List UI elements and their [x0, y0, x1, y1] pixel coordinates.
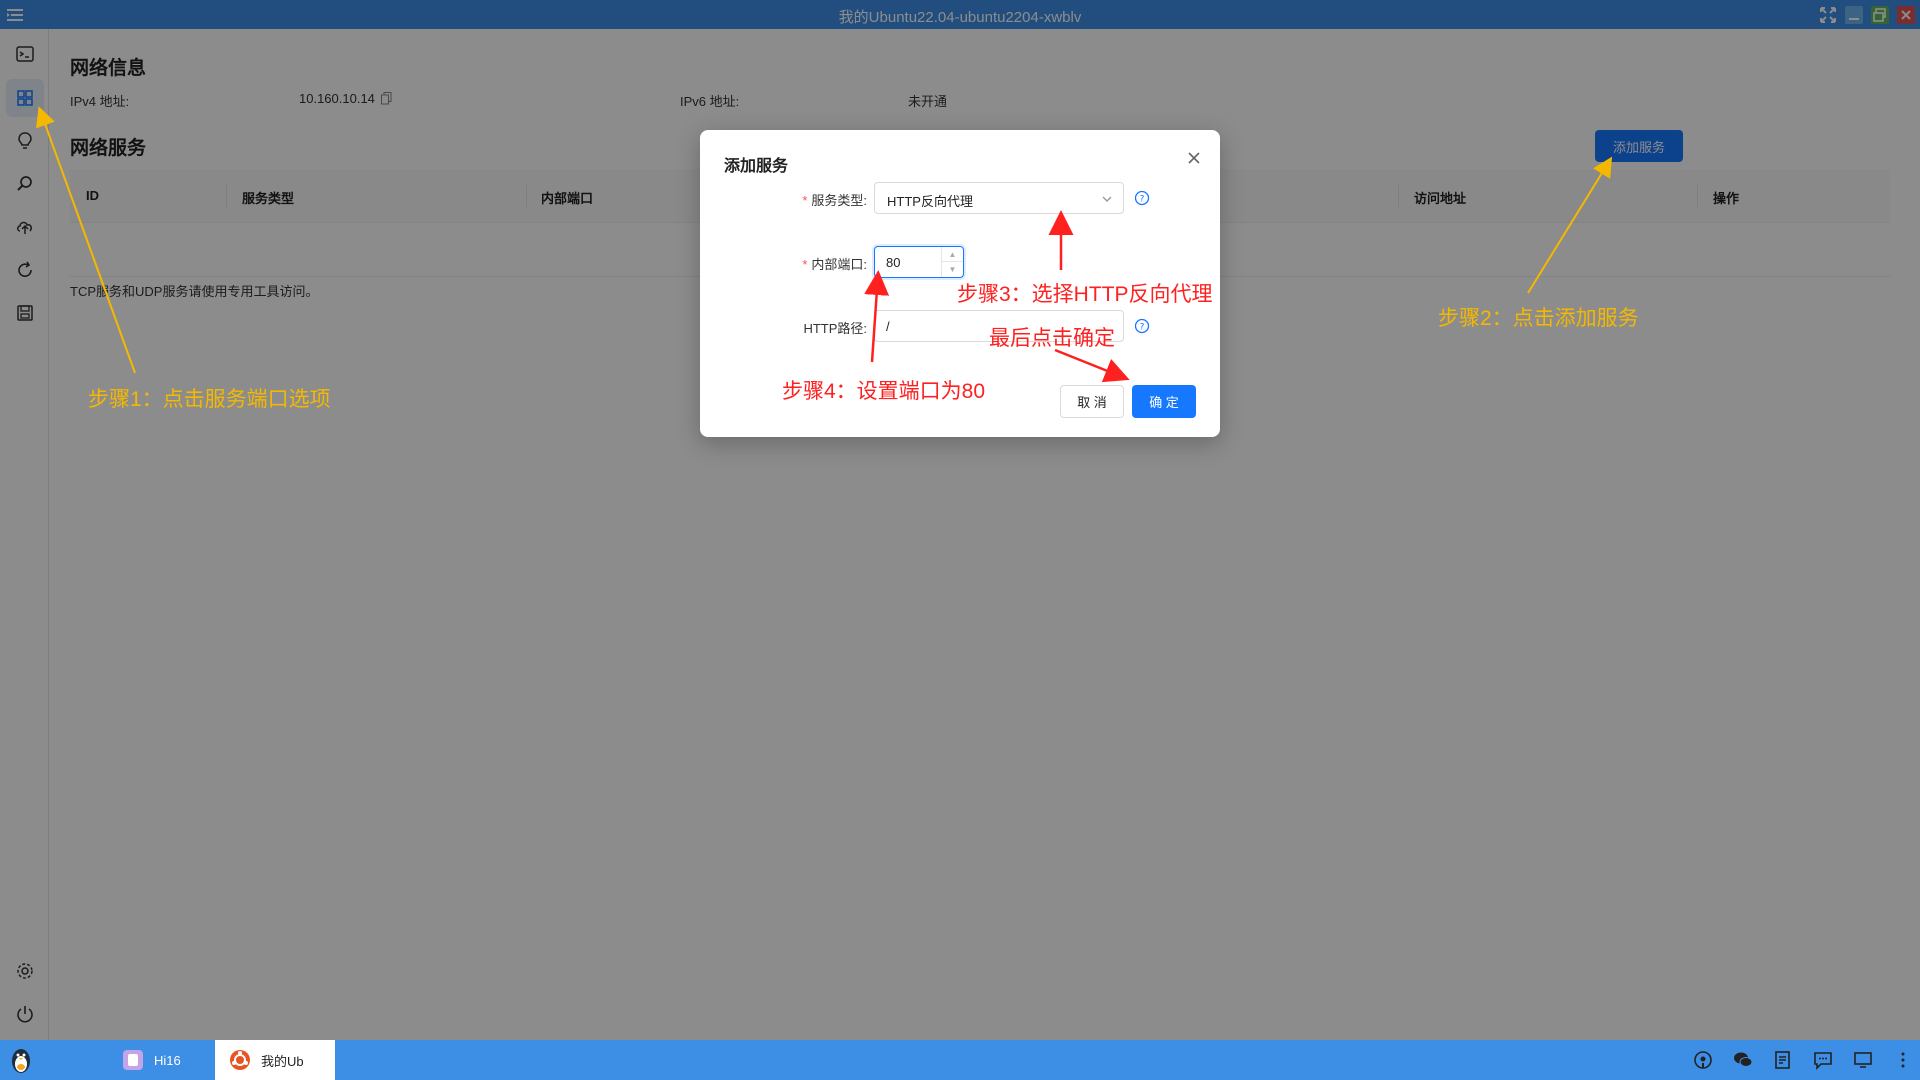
- service-type-label-text: 服务类型:: [811, 193, 867, 208]
- stepper-down-icon[interactable]: ▼: [942, 262, 963, 277]
- podcast-icon[interactable]: [1693, 1050, 1713, 1070]
- app-icon: [123, 1050, 143, 1070]
- taskbar-item-label: 我的Ub: [261, 1053, 304, 1069]
- ok-button[interactable]: 确 定: [1132, 385, 1196, 418]
- step1-annotation: 步骤1：点击服务端口选项: [88, 388, 331, 411]
- required-mark: *: [802, 257, 808, 272]
- wechat-icon[interactable]: [1733, 1050, 1753, 1070]
- cancel-button[interactable]: 取 消: [1060, 385, 1124, 418]
- internal-port-label: * 内部端口:: [747, 254, 867, 273]
- internal-port-input[interactable]: 80 ▲ ▼: [874, 246, 964, 278]
- port-stepper[interactable]: ▲ ▼: [941, 247, 963, 277]
- chat-icon[interactable]: [1813, 1050, 1833, 1070]
- more-icon[interactable]: [1893, 1050, 1913, 1070]
- monitor-icon[interactable]: [1853, 1050, 1873, 1070]
- service-type-label: * 服务类型:: [747, 190, 867, 209]
- dialog-title: 添加服务: [724, 158, 789, 175]
- document-icon[interactable]: [1773, 1050, 1793, 1070]
- service-type-value: HTTP反向代理: [887, 194, 973, 209]
- stepper-up-icon[interactable]: ▲: [942, 247, 963, 262]
- http-path-value: /: [886, 319, 890, 334]
- svg-text:?: ?: [1140, 323, 1145, 333]
- help-icon[interactable]: ?: [1134, 318, 1150, 334]
- taskbar-item-label: Hi16: [154, 1052, 181, 1068]
- svg-text:?: ?: [1140, 195, 1145, 205]
- internal-port-value: 80: [886, 255, 901, 270]
- required-mark: *: [802, 193, 808, 208]
- chevron-down-icon: [1102, 196, 1112, 202]
- close-icon[interactable]: [1184, 148, 1204, 168]
- service-type-select[interactable]: HTTP反向代理: [874, 182, 1124, 214]
- ubuntu-icon: [230, 1050, 250, 1070]
- step2-annotation: 步骤2：点击添加服务: [1438, 307, 1639, 330]
- final-annotation: 最后点击确定: [989, 327, 1115, 350]
- taskbar-item-ubuntu[interactable]: 我的Ub: [215, 1040, 335, 1080]
- http-path-label: HTTP路径:: [803, 321, 867, 336]
- taskbar-item-hi16[interactable]: Hi16: [108, 1040, 212, 1080]
- internal-port-label-text: 内部端口:: [811, 257, 867, 272]
- help-icon[interactable]: ?: [1134, 190, 1150, 206]
- taskbar: Hi16 我的Ub: [0, 1040, 1920, 1080]
- step4-annotation: 步骤4：设置端口为80: [782, 380, 986, 403]
- step3-annotation: 步骤3：选择HTTP反向代理: [957, 283, 1213, 306]
- penguin-logo-icon[interactable]: [6, 1045, 36, 1075]
